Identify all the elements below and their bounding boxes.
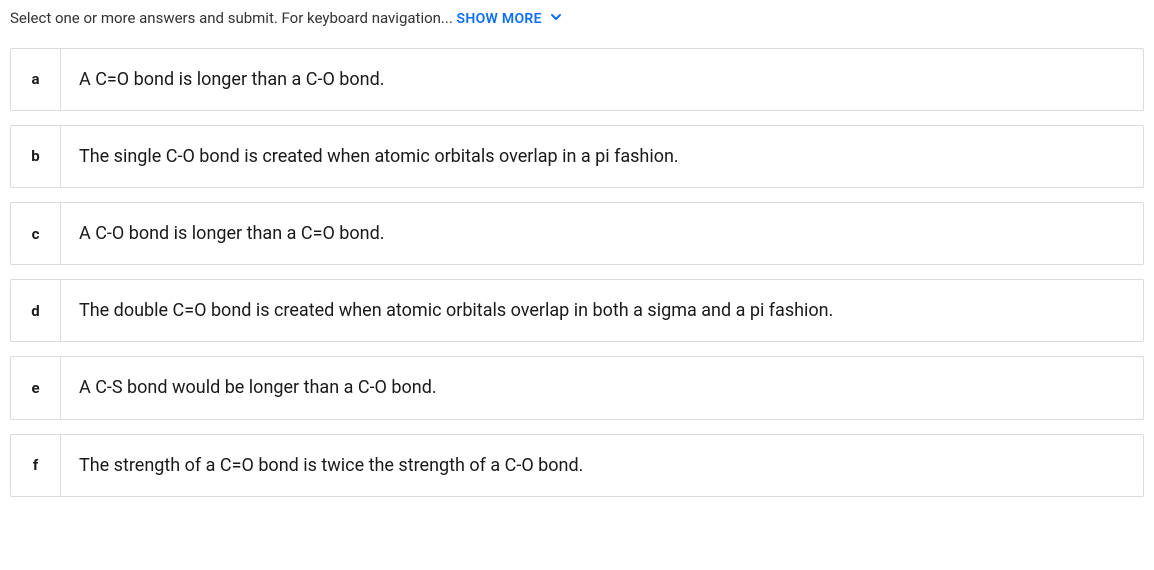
option-letter: e xyxy=(11,357,61,418)
option-text: A C-S bond would be longer than a C-O bo… xyxy=(61,357,1143,418)
option-letter: a xyxy=(11,49,61,110)
option-text: The double C=O bond is created when atom… xyxy=(61,280,1143,341)
option-letter: c xyxy=(11,203,61,264)
option-letter: f xyxy=(11,435,61,496)
option-a[interactable]: a A C=O bond is longer than a C-O bond. xyxy=(10,48,1144,111)
options-list: a A C=O bond is longer than a C-O bond. … xyxy=(10,48,1144,497)
instructions-text: Select one or more answers and submit. F… xyxy=(10,8,1144,30)
show-more-label: SHOW MORE xyxy=(457,11,542,27)
option-text: A C=O bond is longer than a C-O bond. xyxy=(61,49,1143,110)
option-letter: b xyxy=(11,126,61,187)
option-text: A C-O bond is longer than a C=O bond. xyxy=(61,203,1143,264)
option-f[interactable]: f The strength of a C=O bond is twice th… xyxy=(10,434,1144,497)
option-c[interactable]: c A C-O bond is longer than a C=O bond. xyxy=(10,202,1144,265)
option-b[interactable]: b The single C-O bond is created when at… xyxy=(10,125,1144,188)
option-text: The strength of a C=O bond is twice the … xyxy=(61,435,1143,496)
option-letter: d xyxy=(11,280,61,341)
chevron-down-icon xyxy=(550,10,562,30)
instructions-prefix: Select one or more answers and submit. F… xyxy=(10,9,457,27)
show-more-button[interactable]: SHOW MORE xyxy=(457,11,562,27)
option-text: The single C-O bond is created when atom… xyxy=(61,126,1143,187)
option-d[interactable]: d The double C=O bond is created when at… xyxy=(10,279,1144,342)
option-e[interactable]: e A C-S bond would be longer than a C-O … xyxy=(10,356,1144,419)
